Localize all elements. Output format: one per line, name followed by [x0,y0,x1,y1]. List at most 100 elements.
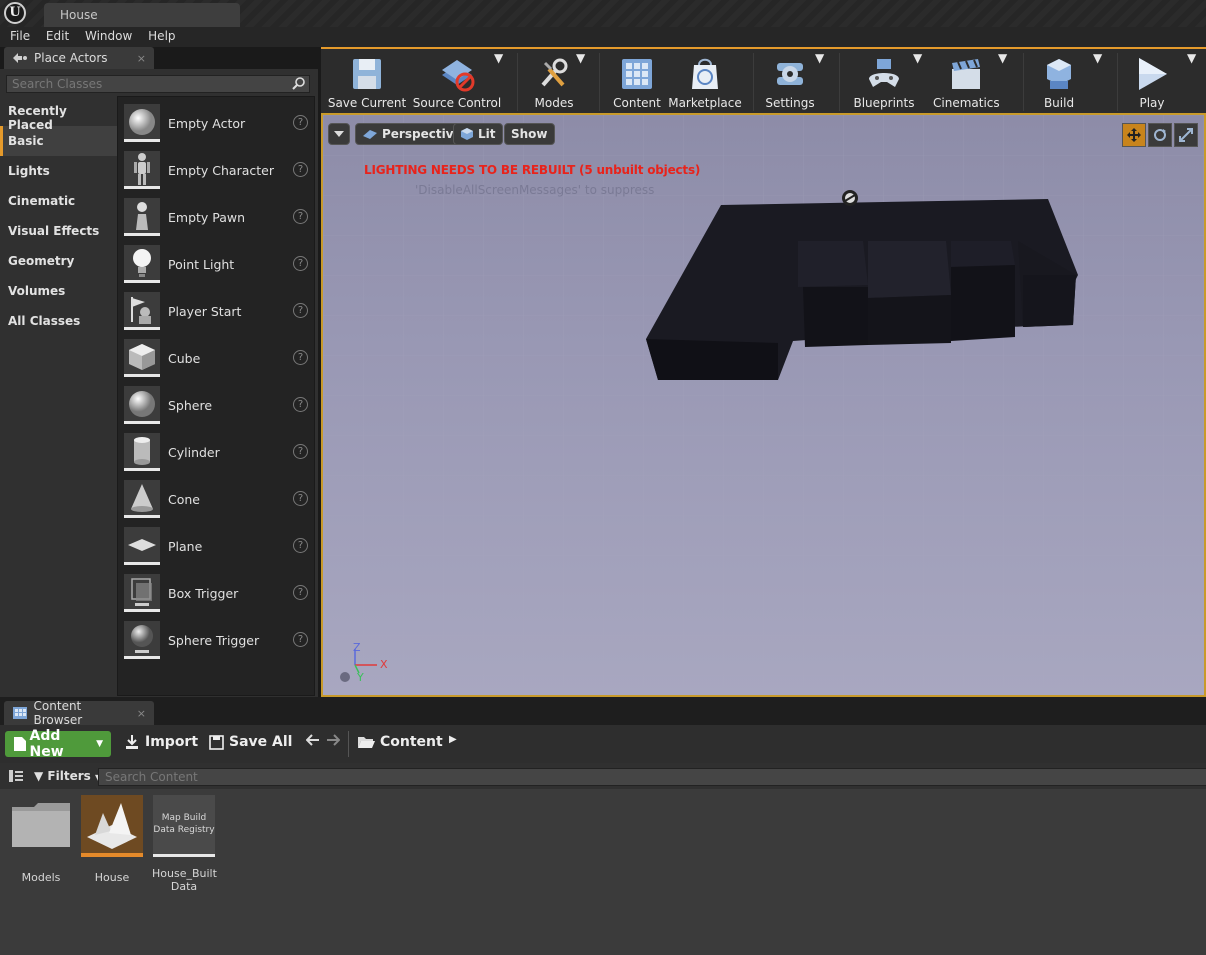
build-dropdown-icon[interactable]: ▼ [1093,51,1102,111]
save-icon [209,734,224,750]
perspective-button[interactable]: Perspective [355,123,469,145]
source-control-dropdown-icon[interactable]: ▼ [494,51,503,111]
place-actors-icon [13,53,27,63]
actor-empty-pawn[interactable]: Empty Pawn ? [124,197,314,237]
scale-mode-icon[interactable] [1174,123,1198,147]
actor-sphere[interactable]: Sphere ? [124,385,314,425]
path-content-button[interactable]: Content [357,734,443,750]
viewport-options-button[interactable] [328,123,350,145]
blueprints-dropdown-icon[interactable]: ▼ [913,51,922,111]
modes-label: Modes [534,96,574,110]
modes-icon [541,58,568,87]
asset-level[interactable]: House [80,795,144,884]
import-button[interactable]: Import [124,734,198,750]
actor-empty-actor[interactable]: Empty Actor ? [124,103,314,143]
help-icon[interactable]: ? [293,397,308,412]
actor-cone[interactable]: Cone ? [124,479,314,519]
modes-dropdown-icon[interactable]: ▼ [576,51,585,111]
help-icon[interactable] [340,672,350,682]
help-icon[interactable]: ? [293,209,308,224]
chevron-down-icon: ▼ [96,739,103,749]
menu-window[interactable]: Window [75,27,132,43]
lit-button[interactable]: Lit [453,123,503,145]
filters-button[interactable]: ▼ Filters ▼ [34,769,101,783]
actor-cylinder[interactable]: Cylinder ? [124,432,314,472]
save-all-label: Save All [229,734,293,750]
toolbar-separator [1023,53,1024,111]
modes-button[interactable]: Modes [525,51,583,111]
category-all-classes[interactable]: All Classes [0,306,117,336]
actor-player-start[interactable]: Player Start ? [124,291,314,331]
add-new-button[interactable]: Add New ▼ [5,728,111,760]
category-visual-effects[interactable]: Visual Effects [0,216,117,246]
build-button[interactable]: Build [1033,51,1085,111]
asset-build-data[interactable]: Map Build Data Registry House_Built Data [152,795,217,893]
place-actors-tab[interactable]: Place Actors × [4,47,154,69]
category-geometry[interactable]: Geometry [0,246,117,276]
help-icon[interactable]: ? [293,538,308,553]
actor-box-trigger[interactable]: Box Trigger ? [124,573,314,613]
help-icon[interactable]: ? [293,444,308,459]
category-volumes[interactable]: Volumes [0,276,117,306]
menu-bar: File Edit Window Help [0,27,1206,47]
translate-mode-icon[interactable] [1122,123,1146,147]
settings-dropdown-icon[interactable]: ▼ [815,51,824,111]
search-classes-input[interactable]: Search Classes [6,75,310,93]
play-dropdown-icon[interactable]: ▼ [1187,51,1196,111]
save-all-button[interactable]: Save All [209,734,292,750]
close-tab-icon[interactable]: × [137,52,146,65]
path-chevron-icon[interactable]: ▶ [449,734,457,745]
category-list: Recently Placed Basic Lights Cinematic V… [0,96,117,336]
help-icon[interactable]: ? [293,491,308,506]
marketplace-button[interactable]: Marketplace [667,51,743,111]
back-button[interactable] [306,734,320,746]
category-recently-placed[interactable]: Recently Placed [0,96,117,132]
category-cinematic[interactable]: Cinematic [0,186,117,216]
help-icon[interactable]: ? [293,632,308,647]
actor-cube[interactable]: Cube ? [124,338,314,378]
forward-button[interactable] [326,734,340,746]
menu-help[interactable]: Help [138,27,175,43]
search-content-input[interactable]: Search Content [98,768,1206,786]
actor-sphere-trigger[interactable]: Sphere Trigger ? [124,620,314,660]
level-tab[interactable]: House [44,3,240,27]
help-icon[interactable]: ? [293,162,308,177]
menu-file[interactable]: File [0,27,30,43]
search-icon[interactable] [292,76,306,94]
content-browser-icon [13,707,27,719]
sources-panel-icon[interactable] [8,769,24,783]
place-actors-panel: Search Classes Recently Placed Basic Lig… [0,69,318,697]
asset-folder[interactable]: Models [9,795,73,884]
show-button[interactable]: Show [504,123,555,145]
actor-plane[interactable]: Plane ? [124,526,314,566]
x-axis-label: X [380,658,388,671]
actor-empty-character[interactable]: Empty Character ? [124,150,314,190]
cinematics-clapper-icon [952,59,980,89]
cinematics-dropdown-icon[interactable]: ▼ [998,51,1007,111]
unreal-logo-icon[interactable]: U [4,2,26,24]
help-icon[interactable]: ? [293,256,308,271]
cinematics-button[interactable]: Cinematics [933,51,1000,111]
rotate-mode-icon[interactable] [1148,123,1172,147]
help-icon[interactable]: ? [293,115,308,130]
suppress-hint: 'DisableAllScreenMessages' to suppress [415,183,655,197]
source-control-icon [442,60,475,92]
help-icon[interactable]: ? [293,303,308,318]
source-control-button[interactable]: Source Control [409,51,505,111]
category-lights[interactable]: Lights [0,156,117,186]
play-button[interactable]: Play [1127,51,1177,111]
content-browser-tab[interactable]: Content Browser × [4,699,154,727]
directional-light-icon[interactable] [842,190,858,206]
actor-point-light[interactable]: Point Light ? [124,244,314,284]
content-button[interactable]: Content [609,51,665,111]
level-viewport[interactable]: Perspective Lit Show LIGHTING NEEDS TO B… [321,113,1206,697]
level-map-icon [81,795,143,857]
settings-button[interactable]: Settings [761,51,819,111]
help-icon[interactable]: ? [293,585,308,600]
menu-edit[interactable]: Edit [36,27,69,43]
help-icon[interactable]: ? [293,350,308,365]
cinematics-label: Cinematics [933,96,1000,110]
close-tab-icon[interactable]: × [137,707,146,720]
blueprints-button[interactable]: Blueprints [851,51,917,111]
save-current-button[interactable]: Save Current [327,51,407,111]
